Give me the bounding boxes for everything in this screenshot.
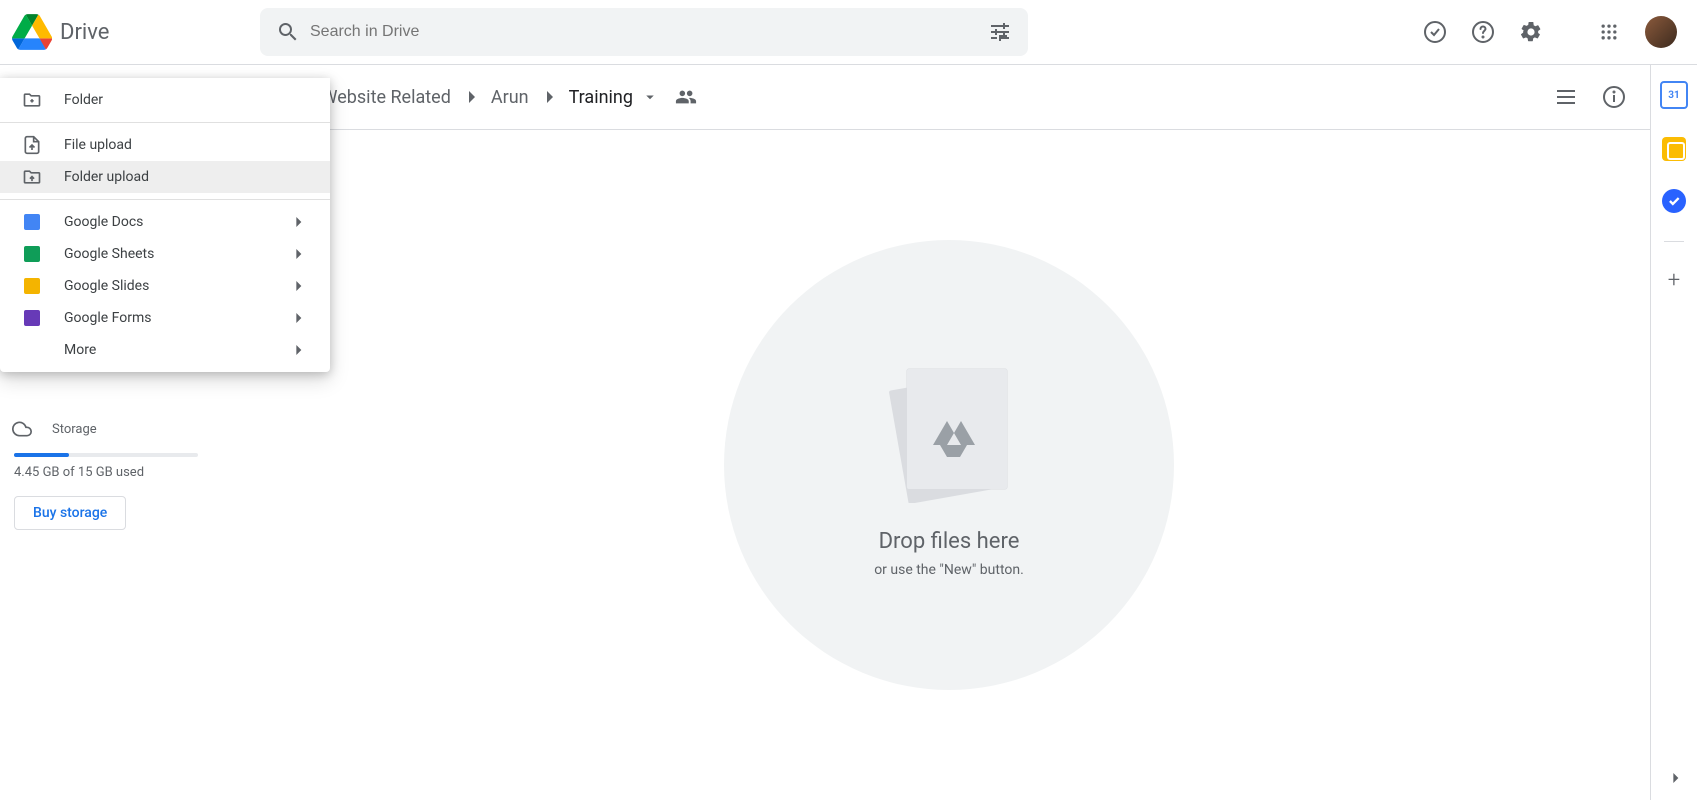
- folder-upload-icon: [22, 167, 42, 187]
- details-icon[interactable]: [1602, 85, 1626, 109]
- menu-item-label: Google Sheets: [64, 246, 266, 262]
- search-options-icon[interactable]: [988, 20, 1012, 44]
- shared-icon[interactable]: [675, 86, 697, 108]
- sidebar-item-storage[interactable]: Storage: [0, 413, 248, 445]
- breadcrumb: e Website Related Arun Training: [248, 65, 1650, 130]
- get-addons-icon[interactable]: +: [1668, 270, 1680, 292]
- new-context-menu: Folder File upload Folder upload Google …: [0, 78, 330, 372]
- menu-item-google-docs[interactable]: Google Docs: [0, 206, 330, 238]
- chevron-right-icon: [459, 85, 483, 109]
- forms-icon: [22, 308, 42, 328]
- menu-item-google-slides[interactable]: Google Slides: [0, 270, 330, 302]
- slides-icon: [22, 276, 42, 296]
- sheets-icon: [22, 244, 42, 264]
- menu-separator: [0, 122, 330, 123]
- menu-item-google-forms[interactable]: Google Forms: [0, 302, 330, 334]
- docs-icon: [22, 212, 42, 232]
- keep-app-icon[interactable]: [1662, 137, 1686, 161]
- menu-item-label: Google Docs: [64, 214, 266, 230]
- offline-ready-icon[interactable]: [1423, 20, 1447, 44]
- chevron-right-icon: [288, 276, 308, 296]
- menu-item-new-folder[interactable]: Folder: [0, 84, 330, 116]
- search-icon: [276, 20, 300, 44]
- chevron-right-icon: [288, 244, 308, 264]
- blank-icon: [22, 340, 42, 360]
- tasks-app-icon[interactable]: [1662, 189, 1686, 213]
- side-divider: [1664, 241, 1684, 242]
- empty-title: Drop files here: [879, 529, 1020, 554]
- menu-item-more[interactable]: More: [0, 334, 330, 366]
- menu-item-label: More: [64, 342, 266, 358]
- breadcrumb-item[interactable]: Arun: [491, 87, 529, 108]
- menu-item-label: Google Slides: [64, 278, 266, 294]
- chevron-right-icon: [288, 308, 308, 328]
- menu-item-folder-upload[interactable]: Folder upload: [0, 161, 330, 193]
- menu-item-label: File upload: [64, 137, 308, 153]
- hide-side-panel-icon[interactable]: [1665, 768, 1685, 788]
- storage-fill: [14, 453, 69, 457]
- brand-title: Drive: [60, 20, 109, 45]
- search-bar[interactable]: [260, 8, 1028, 56]
- apps-grid-icon[interactable]: [1597, 20, 1621, 44]
- drive-logo-icon: [12, 12, 52, 52]
- menu-separator: [0, 199, 330, 200]
- help-icon[interactable]: [1471, 20, 1495, 44]
- empty-state: Drop files here or use the "New" button.: [248, 130, 1650, 800]
- brand[interactable]: Drive: [8, 12, 260, 52]
- menu-item-label: Folder upload: [64, 169, 308, 185]
- chevron-right-icon: [288, 340, 308, 360]
- calendar-app-icon[interactable]: 31: [1660, 81, 1688, 109]
- chevron-right-icon: [537, 85, 561, 109]
- menu-item-file-upload[interactable]: File upload: [0, 129, 330, 161]
- header: Drive: [0, 0, 1697, 65]
- storage-label: Storage: [52, 422, 97, 437]
- buy-storage-button[interactable]: Buy storage: [14, 496, 126, 530]
- avatar[interactable]: [1645, 16, 1677, 48]
- storage-text: 4.45 GB of 15 GB used: [14, 465, 234, 480]
- chevron-right-icon: [288, 212, 308, 232]
- new-folder-icon: [22, 90, 42, 110]
- dropdown-arrow-icon[interactable]: [641, 88, 659, 106]
- empty-subtitle: or use the "New" button.: [874, 562, 1024, 578]
- empty-files-icon: [879, 353, 1019, 503]
- menu-item-google-sheets[interactable]: Google Sheets: [0, 238, 330, 270]
- list-view-icon[interactable]: [1554, 85, 1578, 109]
- search-input[interactable]: [308, 22, 980, 42]
- file-upload-icon: [22, 135, 42, 155]
- drop-zone[interactable]: Drop files here or use the "New" button.: [724, 240, 1174, 690]
- header-right: [1423, 16, 1689, 48]
- breadcrumb-item[interactable]: Website Related: [322, 87, 451, 108]
- cloud-icon: [12, 419, 32, 439]
- menu-item-label: Folder: [64, 92, 308, 108]
- side-panel: 31 +: [1650, 65, 1697, 800]
- main-panel: e Website Related Arun Training: [248, 65, 1650, 800]
- storage-bar: [14, 453, 198, 457]
- menu-item-label: Google Forms: [64, 310, 266, 326]
- settings-icon[interactable]: [1519, 20, 1543, 44]
- breadcrumb-item-current[interactable]: Training: [569, 87, 633, 108]
